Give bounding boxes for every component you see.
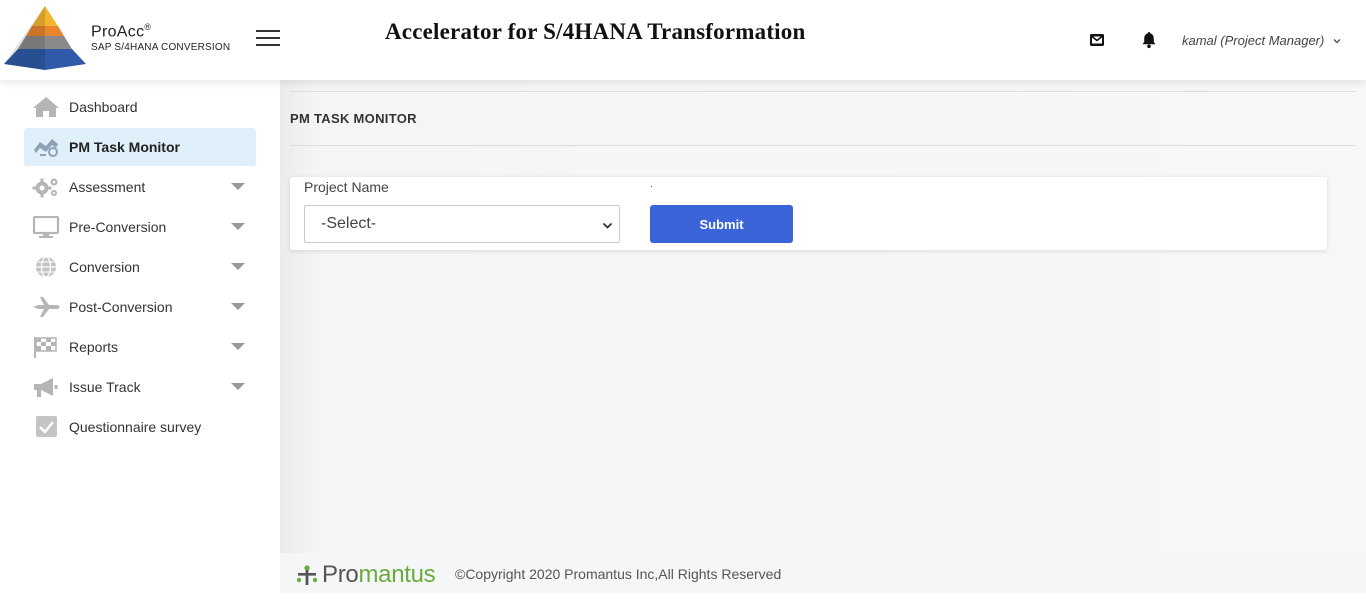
- chevron-down-icon: [1333, 38, 1341, 43]
- select-value: -Select-: [321, 215, 377, 232]
- plane-icon: [33, 297, 60, 317]
- megaphone-icon: [34, 378, 58, 397]
- sidebar-item-label: Conversion: [69, 259, 140, 275]
- footer-band: Promantus ©Copyright 2020 Promantus Inc,…: [280, 553, 1366, 593]
- divider: [290, 145, 1355, 146]
- brand-name: ProAcc®: [91, 22, 152, 41]
- promantus-logo[interactable]: Promantus: [296, 561, 436, 589]
- submit-spacer-label: .: [650, 179, 653, 190]
- user-name: kamal (Project Manager): [1182, 33, 1325, 48]
- caret-down-icon: [231, 223, 245, 230]
- sidebar-item-pre-conversion[interactable]: Pre-Conversion: [24, 208, 256, 246]
- promantus-logo-text: Promantus: [322, 561, 436, 588]
- caret-down-icon: [231, 383, 245, 390]
- sidebar-item-label: PM Task Monitor: [69, 139, 180, 155]
- brand-subtitle: SAP S/4HANA CONVERSION: [91, 42, 231, 54]
- sidebar-item-post-conversion[interactable]: Post-Conversion: [24, 288, 256, 326]
- monitor-task-icon: [34, 139, 58, 157]
- home-icon: [33, 97, 59, 117]
- bell-icon[interactable]: [1141, 31, 1157, 49]
- promantus-logo-icon: [296, 565, 318, 585]
- caret-down-icon: [231, 263, 245, 270]
- sidebar-item-dashboard[interactable]: Dashboard: [24, 88, 256, 126]
- sidebar-item-label: Reports: [69, 339, 119, 355]
- sidebar-item-pm-task-monitor[interactable]: PM Task Monitor: [24, 128, 256, 166]
- project-name-select[interactable]: -Select-: [304, 205, 620, 243]
- main-content: PM TASK MONITOR Project Name . -Select- …: [280, 80, 1366, 553]
- sidebar-item-label: Assessment: [69, 179, 146, 195]
- globe-icon: [36, 256, 56, 278]
- footer: Promantus ©Copyright 2020 Promantus Inc,…: [280, 553, 1366, 613]
- mail-icon[interactable]: [1089, 32, 1105, 48]
- sidebar: Dashboard PM Task Monitor Assessment Pre…: [0, 80, 280, 613]
- desktop-icon: [32, 216, 60, 238]
- sidebar-item-issue-track[interactable]: Issue Track: [24, 368, 256, 406]
- copyright-text: ©Copyright 2020 Promantus Inc,All Rights…: [455, 566, 782, 582]
- filter-card: Project Name . -Select- Submit: [290, 177, 1327, 250]
- project-name-label: Project Name: [304, 179, 389, 195]
- sidebar-item-questionnaire-survey[interactable]: Questionnaire survey: [24, 408, 256, 446]
- sidebar-item-label: Questionnaire survey: [69, 419, 202, 435]
- app-title: Accelerator for S/4HANA Transformation: [385, 19, 806, 44]
- menu-icon[interactable]: [256, 30, 280, 48]
- sidebar-item-label: Issue Track: [69, 379, 141, 395]
- sidebar-item-assessment[interactable]: Assessment: [24, 168, 256, 206]
- checkbox-icon: [36, 416, 57, 437]
- gears-icon: [32, 178, 58, 198]
- caret-down-icon: [231, 343, 245, 350]
- caret-down-icon: [231, 183, 245, 190]
- sidebar-item-conversion[interactable]: Conversion: [24, 248, 256, 286]
- sidebar-item-label: Dashboard: [69, 99, 138, 115]
- proacc-logo[interactable]: [2, 4, 88, 72]
- checkered-flag-icon: [34, 337, 57, 358]
- sidebar-item-reports[interactable]: Reports: [24, 328, 256, 366]
- submit-button[interactable]: Submit: [650, 205, 793, 243]
- brand: ProAcc® SAP S/4HANA CONVERSION: [91, 22, 230, 53]
- top-header: ProAcc® SAP S/4HANA CONVERSION Accelerat…: [0, 0, 1366, 80]
- chevron-down-icon: [602, 222, 613, 229]
- divider: [290, 91, 1355, 92]
- sidebar-item-label: Post-Conversion: [69, 299, 173, 315]
- caret-down-icon: [231, 303, 245, 310]
- sidebar-item-label: Pre-Conversion: [69, 219, 167, 235]
- user-menu[interactable]: kamal (Project Manager): [1182, 33, 1342, 48]
- page-title: PM TASK MONITOR: [290, 111, 417, 126]
